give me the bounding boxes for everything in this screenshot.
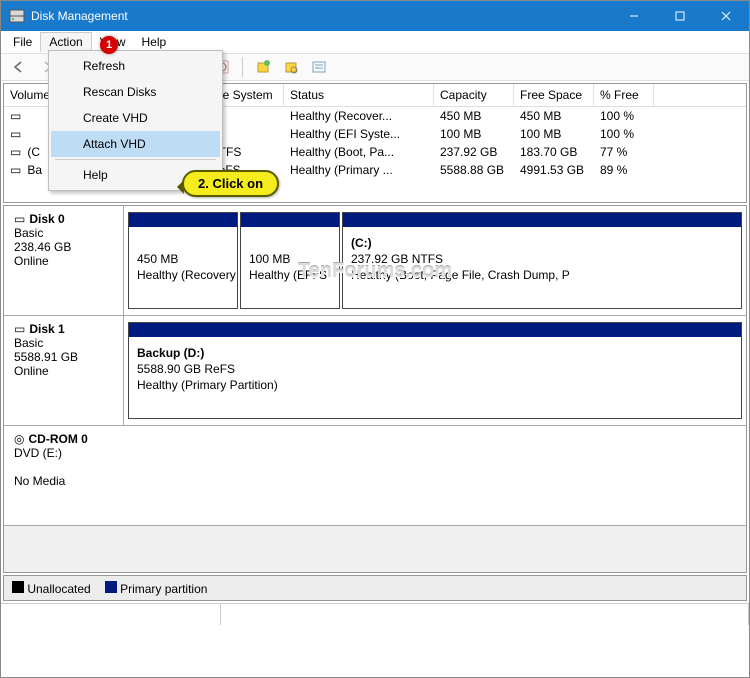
menu-item-rescan-disks[interactable]: Rescan Disks [51, 79, 220, 105]
search-icon[interactable] [279, 56, 303, 78]
legend-swatch-unallocated [12, 581, 24, 593]
status-bar [1, 603, 749, 625]
disk-graphic-view: ▭Disk 0 Basic 238.46 GB Online 450 MBHea… [3, 205, 747, 573]
col-freespace[interactable]: Free Space [514, 84, 594, 106]
cdrom-icon: ◎ [14, 432, 24, 446]
partition[interactable]: 100 MBHealthy (EFI S [240, 212, 340, 309]
disk-icon: ▭ [14, 212, 25, 226]
disk-label: ◎CD-ROM 0 DVD (E:) No Media [4, 426, 746, 525]
menu-file[interactable]: File [5, 33, 40, 51]
window-title: Disk Management [31, 9, 611, 23]
menu-help[interactable]: Help [134, 33, 175, 51]
annotation-step-1: 1 [100, 36, 118, 54]
menu-action[interactable]: Action [40, 32, 91, 52]
menu-item-create-vhd[interactable]: Create VHD [51, 105, 220, 131]
annotation-step-2: 2. Click on [182, 170, 279, 197]
menu-item-attach-vhd[interactable]: Attach VHD [51, 131, 220, 157]
disk-label: ▭Disk 0 Basic 238.46 GB Online [4, 206, 124, 315]
list-icon[interactable] [307, 56, 331, 78]
title-bar: Disk Management [1, 1, 749, 31]
volume-icon: ▭ [10, 127, 24, 141]
legend: Unallocated Primary partition [3, 575, 747, 601]
partition-header [129, 213, 237, 227]
legend-swatch-primary [105, 581, 117, 593]
disk-label: ▭Disk 1 Basic 5588.91 GB Online [4, 316, 124, 425]
partition[interactable]: (C:)237.92 GB NTFSHealthy (Boot, Page Fi… [342, 212, 742, 309]
partition-header [343, 213, 741, 227]
partition[interactable]: 450 MBHealthy (Recovery [128, 212, 238, 309]
col-capacity[interactable]: Capacity [434, 84, 514, 106]
disk-row-cdrom[interactable]: ◎CD-ROM 0 DVD (E:) No Media [4, 426, 746, 526]
col-pctfree[interactable]: % Free [594, 84, 654, 106]
menu-item-refresh[interactable]: Refresh [51, 53, 220, 79]
status-cell [1, 604, 221, 625]
disk-row-0[interactable]: ▭Disk 0 Basic 238.46 GB Online 450 MBHea… [4, 206, 746, 316]
volume-icon: ▭ [10, 163, 24, 177]
empty-area [4, 526, 746, 572]
volume-icon: ▭ [10, 145, 24, 159]
partition-header [241, 213, 339, 227]
disk-icon: ▭ [14, 322, 25, 336]
new-icon[interactable] [251, 56, 275, 78]
disk-row-1[interactable]: ▭Disk 1 Basic 5588.91 GB Online Backup (… [4, 316, 746, 426]
app-icon [9, 8, 25, 24]
menu-separator [55, 159, 216, 160]
minimize-button[interactable] [611, 1, 657, 31]
partition[interactable]: Backup (D:)5588.90 GB ReFSHealthy (Prima… [128, 322, 742, 419]
close-button[interactable] [703, 1, 749, 31]
volume-icon: ▭ [10, 109, 24, 123]
status-cell [221, 604, 749, 625]
col-status[interactable]: Status [284, 84, 434, 106]
back-button[interactable] [7, 56, 31, 78]
maximize-button[interactable] [657, 1, 703, 31]
partition-header [129, 323, 741, 337]
toolbar-separator [242, 57, 243, 77]
